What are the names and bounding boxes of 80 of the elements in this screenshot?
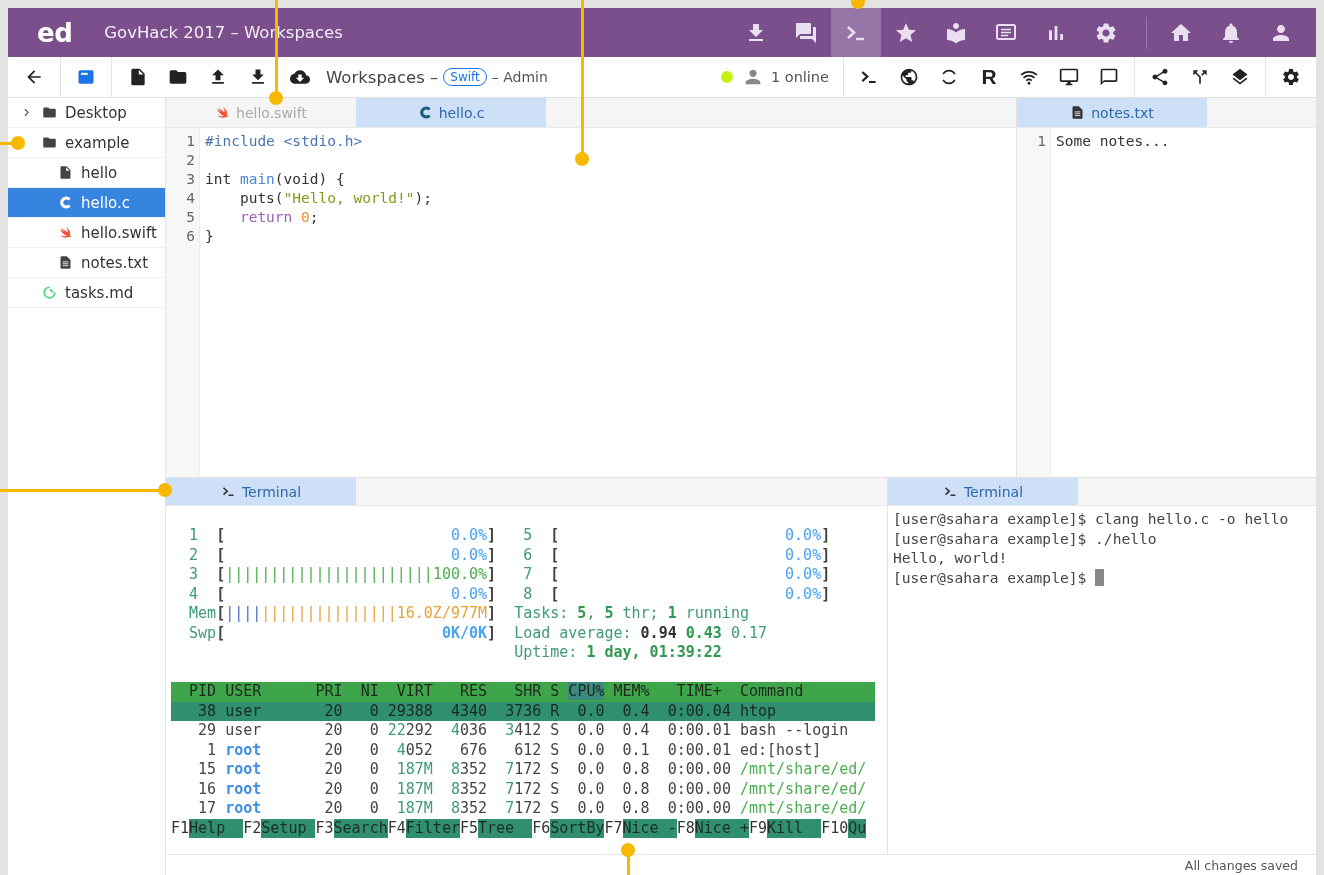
line-number: 3	[185, 170, 195, 189]
code-line: }	[205, 227, 215, 246]
editor-tab[interactable]: notes.txt	[1017, 98, 1207, 127]
reader-icon	[944, 20, 968, 45]
code-line: puts("Hello, world!");	[238, 189, 432, 208]
process-row[interactable]: 1 root 20 0 4052 676 612 S 0.0 0.1 0:00.01 ed:[host]	[171, 740, 876, 760]
meter-line: 7 [ 0.0%]	[522, 565, 831, 585]
online-status-dot	[720, 71, 733, 83]
meter-line: 8 [ 0.0%]	[522, 584, 831, 604]
meter-line: 5 [ 0.0%]	[522, 526, 831, 546]
r-button[interactable]: R	[969, 57, 1009, 97]
leader-line	[621, 843, 635, 875]
line-number: 2	[185, 151, 195, 170]
swift-logo-icon	[58, 225, 73, 240]
file-tree-item[interactable]: notes.txt	[8, 248, 165, 278]
terminal-line: [user@sahara example]$	[893, 567, 1087, 587]
app-logo: ed	[37, 17, 73, 48]
process-row[interactable]: 17 root 20 0 187M 8352 7172 S 0.0 0.8 0:00.00 /mnt/share/ed/	[171, 799, 876, 819]
meter-line: Swp[ 0K/0K]	[188, 623, 497, 643]
meter-line: 2 [ 0.0%]	[188, 545, 497, 565]
meter-line: 3 [|||||||||||||||||||||||100.0%]	[188, 565, 497, 585]
c-logo-icon	[58, 195, 73, 210]
meter-line: 4 [ 0.0%]	[188, 584, 497, 604]
fork-icon	[1190, 67, 1210, 87]
c-logo-icon	[417, 105, 433, 120]
line-number: 6	[185, 227, 195, 246]
swift-logo-icon	[215, 105, 231, 120]
share-icon	[1150, 67, 1170, 87]
folder-icon	[42, 135, 57, 150]
process-table-header: PID USER PRI NI VIRT RES SHR S CPU% MEM% TIME+ Command	[171, 682, 876, 702]
text-file-icon	[58, 255, 73, 270]
process-row[interactable]: 38 user 20 0 29388 4340 3736 R 0.0 0.4 0:00.04 htop	[171, 701, 876, 721]
process-row[interactable]: 15 root 20 0 187M 8352 7172 S 0.0 0.8 0:00.00 /mnt/share/ed/	[171, 760, 876, 780]
monitor-icon	[1059, 67, 1079, 87]
online-count: 1 online	[770, 69, 829, 85]
chat-icon	[794, 20, 818, 45]
folder-icon	[42, 105, 57, 120]
settings-icon	[1094, 20, 1118, 45]
code-line: return 0;	[238, 208, 320, 227]
layers-icon	[1230, 67, 1250, 87]
terminal-line: Hello, world!	[893, 548, 1008, 568]
file-icon	[58, 165, 73, 180]
folder-icon	[168, 67, 188, 87]
file-tree-item[interactable]: Desktop	[8, 98, 165, 128]
terminal-line: [user@sahara example]$ ./hello	[893, 528, 1157, 548]
line-number: 1	[185, 132, 195, 151]
cloud-download-icon	[290, 67, 310, 87]
code-line: int main(void) {	[205, 170, 346, 189]
meter-line: 1 [ 0.0%]	[188, 526, 497, 546]
save-status: All changes saved	[1184, 857, 1298, 873]
circle-arrows-icon	[42, 285, 57, 300]
text-line: Some notes...	[1056, 132, 1170, 151]
role-label: – Admin	[491, 69, 548, 85]
terminal-line: [user@sahara example]$ clang hello.c -o hello	[893, 509, 1289, 529]
process-row[interactable]: 16 root 20 0 187M 8352 7172 S 0.0 0.8 0:00.00 /mnt/share/ed/	[171, 779, 876, 799]
comment-icon	[1099, 67, 1119, 87]
terminal-line: Uptime: 1 day, 01:39:22	[513, 643, 722, 663]
terminal-tab[interactable]: Terminal	[888, 478, 1078, 505]
terminal-line: Load average: 0.94 0.43 0.17	[513, 623, 767, 643]
leader-line	[0, 136, 25, 150]
workspace-title: Workspaces –	[326, 67, 439, 87]
terminal-line: Tasks: 5, 5 thr; 1 running	[513, 604, 749, 624]
file-tree-item[interactable]: hello.swift	[8, 218, 165, 248]
window-icon	[76, 67, 96, 87]
line-number: 4	[185, 189, 195, 208]
editor-tab[interactable]: hello.c	[356, 98, 546, 127]
meter-line: 6 [ 0.0%]	[522, 545, 831, 565]
line-number: 5	[185, 208, 195, 227]
text-file-icon	[1070, 105, 1086, 120]
code-line: #include <stdio.h>	[205, 132, 364, 151]
function-key[interactable]: F10Qu	[821, 818, 867, 838]
settings-icon	[1281, 67, 1301, 87]
meter-line: Mem[|||||||||||||||||||16.0Z/977M]	[188, 604, 497, 624]
file-icon	[128, 67, 148, 87]
file-tree-item[interactable]: tasks.md	[8, 278, 165, 308]
process-row[interactable]: 29 user 20 0 22292 4036 3412 S 0.0 0.4 0:00.01 bash --login	[171, 721, 876, 741]
terminal-tab[interactable]: Terminal	[166, 478, 356, 505]
globe-icon	[899, 67, 919, 87]
file-tree-item[interactable]: hello.c	[8, 188, 165, 218]
line-number: 1	[1036, 132, 1046, 151]
